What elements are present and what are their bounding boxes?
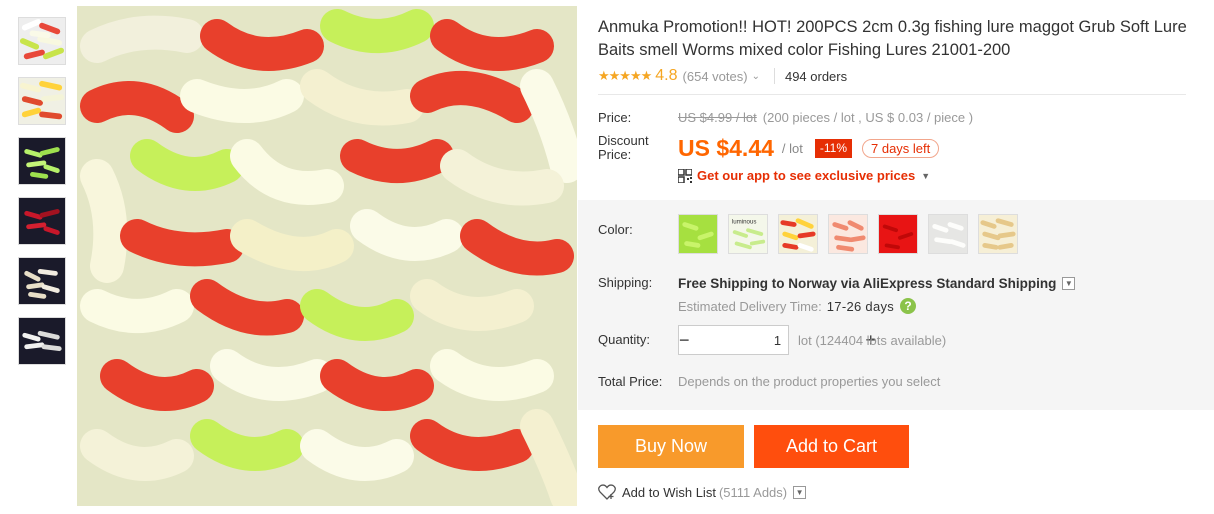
chevron-down-icon[interactable]: ▼ (1062, 277, 1076, 290)
star-rating-icon: ★★★★★ (598, 68, 652, 83)
swatch-luminous[interactable]: luminous (728, 214, 768, 254)
swatch-white[interactable] (928, 214, 968, 254)
votes-count[interactable]: (654 votes) (683, 69, 748, 84)
shipping-row: Free Shipping to Norway via AliExpress S… (678, 276, 1076, 291)
minus-icon[interactable]: − (679, 326, 690, 354)
total-price-value: Depends on the product properties you se… (678, 374, 941, 389)
thumbnail-5[interactable] (18, 257, 66, 305)
grubs-image (77, 6, 577, 506)
heart-icon[interactable] (598, 484, 616, 500)
thumbnail-2[interactable] (18, 77, 66, 125)
discount-label-line2: Price: (598, 147, 632, 162)
wish-count: (5111 Adds) (718, 484, 788, 500)
chevron-down-icon[interactable]: ▼ (793, 485, 807, 499)
delivery-row: Estimated Delivery Time: 17-26 days ? (678, 298, 917, 314)
swatch-luminous-label: luminous (732, 219, 757, 226)
swatch-mixed[interactable] (778, 214, 818, 254)
discount-label-line1: Discount (598, 133, 649, 148)
total-price-label: Total Price: (598, 374, 663, 389)
discount-price: US $4.44 (678, 134, 774, 161)
buy-now-button[interactable]: Buy Now (598, 425, 744, 468)
wish-list-row: Add to Wish List (5111 Adds) ▼ (598, 484, 807, 500)
color-swatches: luminous (678, 214, 1028, 254)
days-left-badge: 7 days left (862, 138, 940, 158)
add-to-wish-list-link[interactable]: Add to Wish List (622, 485, 716, 500)
price-label: Price: (598, 110, 632, 125)
thumbnail-3[interactable] (18, 137, 66, 185)
divider (773, 68, 775, 84)
qr-code-icon (678, 168, 692, 183)
price-unit: / lot (781, 140, 803, 156)
product-info: Anmuka Promotion!! HOT! 200PCS 2cm 0.3g … (578, 0, 1214, 514)
color-label: Color: (598, 222, 633, 237)
swatch-beige[interactable] (978, 214, 1018, 254)
price-row: US $4.99 / lot (200 pieces / lot , US $ … (678, 110, 973, 125)
app-promo-link[interactable]: Get our app to see exclusive prices ▼ (678, 168, 930, 183)
swatch-green[interactable] (678, 214, 718, 254)
product-title: Anmuka Promotion!! HOT! 200PCS 2cm 0.3g … (598, 18, 1187, 59)
swatch-pink[interactable] (828, 214, 868, 254)
rating-value: 4.8 (655, 67, 678, 84)
divider (598, 94, 1186, 95)
add-to-cart-button[interactable]: Add to Cart (754, 425, 909, 468)
quantity-available: lot (124404 lots available) (798, 333, 947, 348)
caret-down-icon: ▼ (921, 170, 931, 181)
rating-row: ★★★★★ 4.8 (654 votes) ⌄ 494 orders (598, 66, 847, 86)
thumbnail-list (18, 17, 68, 377)
quantity-stepper: − + (678, 325, 876, 355)
thumbnail-6[interactable] (18, 317, 66, 365)
original-price: US $4.99 / lot (678, 110, 757, 125)
chevron-down-icon[interactable]: ⌄ (752, 71, 760, 82)
main-product-image[interactable] (77, 6, 577, 506)
help-icon[interactable]: ? (900, 298, 917, 314)
pieces-info: (200 pieces / lot , US $ 0.03 / piece ) (762, 110, 974, 125)
shipping-method[interactable]: Free Shipping to Norway via AliExpress S… (678, 276, 1056, 291)
quantity-label: Quantity: (598, 332, 651, 347)
orders-count: 494 orders (784, 68, 848, 84)
discount-price-row: US $4.44 / lot -11% 7 days left (678, 133, 940, 163)
thumbnail-4[interactable] (18, 197, 66, 245)
delivery-value: 17-26 days (826, 298, 895, 314)
swatch-red[interactable] (878, 214, 918, 254)
discount-badge: -11% (814, 138, 852, 158)
delivery-label: Estimated Delivery Time: (678, 298, 822, 314)
thumbnail-1[interactable] (18, 17, 66, 65)
app-promo-text: Get our app to see exclusive prices (697, 168, 916, 183)
shipping-label: Shipping: (598, 275, 653, 290)
